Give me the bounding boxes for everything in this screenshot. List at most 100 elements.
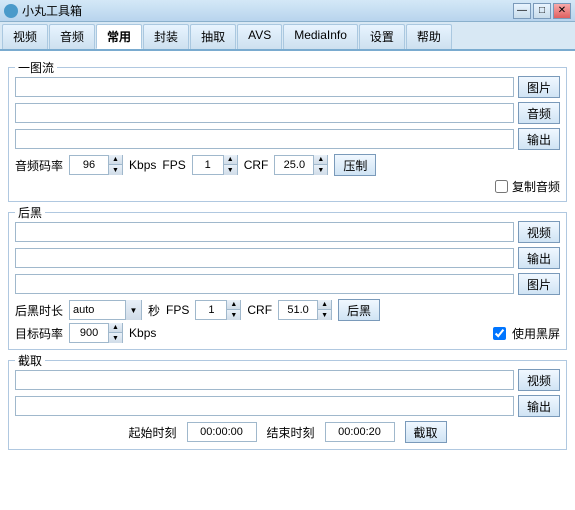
app-icon xyxy=(4,4,18,18)
jiequ-output-button[interactable]: 输出 xyxy=(518,395,560,417)
duration-dropdown-btn[interactable]: ▼ xyxy=(125,300,141,320)
jiequ-video-input[interactable] xyxy=(15,370,514,390)
yitu-audio-input[interactable] xyxy=(15,103,514,123)
audiorate-spinner-btns: ▲ ▼ xyxy=(108,155,122,175)
fps-spinner[interactable]: ▲ ▼ xyxy=(192,155,238,175)
heihou-pic-row: 图片 xyxy=(15,273,560,295)
crf-spinner-btns: ▲ ▼ xyxy=(313,155,327,175)
tab-bar: 视频 音频 常用 封装 抽取 AVS MediaInfo 设置 帮助 xyxy=(0,22,575,51)
fps-spinner-btns: ▲ ▼ xyxy=(223,155,237,175)
jiequ-output-input[interactable] xyxy=(15,396,514,416)
tab-common[interactable]: 常用 xyxy=(96,24,142,49)
crf-spinner[interactable]: ▲ ▼ xyxy=(274,155,328,175)
heihou-pic-button[interactable]: 图片 xyxy=(518,273,560,295)
duration-label: 后黑时长 xyxy=(15,302,63,319)
heihou-params-row: 后黑时长 ▼ 秒 FPS ▲ ▼ CRF ▲ ▼ xyxy=(15,299,560,321)
minimize-button[interactable]: — xyxy=(513,3,531,19)
heihou-title: 后黑 xyxy=(15,204,45,221)
target-label: 目标码率 xyxy=(15,325,63,342)
heihou-crf-up[interactable]: ▲ xyxy=(317,300,331,310)
yitu-output-input[interactable] xyxy=(15,129,514,149)
tab-pack[interactable]: 封装 xyxy=(143,24,189,49)
target-kbps-label: Kbps xyxy=(129,326,156,340)
copy-audio-checkbox[interactable] xyxy=(495,180,508,193)
tab-settings[interactable]: 设置 xyxy=(359,24,405,49)
heihou-fps-up[interactable]: ▲ xyxy=(226,300,240,310)
heihou-crf-spinner[interactable]: ▲ ▼ xyxy=(278,300,332,320)
end-label: 结束时刻 xyxy=(267,424,315,441)
tab-help[interactable]: 帮助 xyxy=(406,24,452,49)
heihou-crf-down[interactable]: ▼ xyxy=(317,310,331,320)
tab-mediainfo[interactable]: MediaInfo xyxy=(283,24,358,49)
heihou-output-button[interactable]: 输出 xyxy=(518,247,560,269)
crf-label: CRF xyxy=(244,158,269,172)
yitu-pic-row: 图片 xyxy=(15,76,560,98)
audiorate-label: 音频码率 xyxy=(15,157,63,174)
heihou-fps-label: FPS xyxy=(166,303,189,317)
fps-down[interactable]: ▼ xyxy=(223,165,237,175)
audiorate-down[interactable]: ▼ xyxy=(108,165,122,175)
tab-audio[interactable]: 音频 xyxy=(49,24,95,49)
yitu-params-row: 音频码率 ▲ ▼ Kbps FPS ▲ ▼ CRF xyxy=(15,154,560,176)
jiequ-output-row: 输出 xyxy=(15,395,560,417)
yitu-audio-row: 音频 xyxy=(15,102,560,124)
main-content: 一图流 图片 音频 输出 音频码率 ▲ ▼ Kbps FPS xyxy=(0,51,575,510)
jiequ-video-button[interactable]: 视频 xyxy=(518,369,560,391)
audiorate-input[interactable] xyxy=(70,156,108,174)
audiorate-up[interactable]: ▲ xyxy=(108,155,122,165)
heihou-video-input[interactable] xyxy=(15,222,514,242)
target-up[interactable]: ▲ xyxy=(108,323,122,333)
crf-down[interactable]: ▼ xyxy=(313,165,327,175)
audiorate-spinner[interactable]: ▲ ▼ xyxy=(69,155,123,175)
heihou-output-input[interactable] xyxy=(15,248,514,268)
start-time-input[interactable] xyxy=(187,422,257,442)
jiequ-params-row: 起始时刻 结束时刻 截取 xyxy=(15,421,560,443)
jiequ-cut-button[interactable]: 截取 xyxy=(405,421,447,443)
heihou-fps-input[interactable] xyxy=(196,301,226,319)
copy-audio-label: 复制音频 xyxy=(512,178,560,195)
jiequ-section: 截取 视频 输出 起始时刻 结束时刻 截取 xyxy=(8,360,567,450)
heihou-fps-spinner-btns: ▲ ▼ xyxy=(226,300,240,320)
yitu-audio-button[interactable]: 音频 xyxy=(518,102,560,124)
end-time-input[interactable] xyxy=(325,422,395,442)
fps-label: FPS xyxy=(162,158,185,172)
close-button[interactable]: ✕ xyxy=(553,3,571,19)
heihou-fps-down[interactable]: ▼ xyxy=(226,310,240,320)
heihou-crf-label: CRF xyxy=(247,303,272,317)
use-black-label: 使用黑屏 xyxy=(512,325,560,342)
fps-input[interactable] xyxy=(193,156,223,174)
compress-button[interactable]: 压制 xyxy=(334,154,376,176)
target-down[interactable]: ▼ xyxy=(108,333,122,343)
crf-input[interactable] xyxy=(275,156,313,174)
duration-dropdown[interactable]: ▼ xyxy=(69,300,142,320)
jiequ-title: 截取 xyxy=(15,352,45,369)
use-black-checkbox[interactable] xyxy=(493,327,506,340)
heihou-crf-spinner-btns: ▲ ▼ xyxy=(317,300,331,320)
yitu-pic-button[interactable]: 图片 xyxy=(518,76,560,98)
heihou-target-row: 目标码率 ▲ ▼ Kbps 使用黑屏 xyxy=(15,323,560,343)
duration-input[interactable] xyxy=(70,301,125,319)
tab-extract[interactable]: 抽取 xyxy=(190,24,236,49)
heihou-video-button[interactable]: 视频 xyxy=(518,221,560,243)
target-input[interactable] xyxy=(70,324,108,342)
maximize-button[interactable]: □ xyxy=(533,3,551,19)
tab-video[interactable]: 视频 xyxy=(2,24,48,49)
heihou-pic-input[interactable] xyxy=(15,274,514,294)
window-title: 小丸工具箱 xyxy=(22,2,82,19)
start-label: 起始时刻 xyxy=(128,424,176,441)
heihou-fps-spinner[interactable]: ▲ ▼ xyxy=(195,300,241,320)
tab-avs[interactable]: AVS xyxy=(237,24,282,49)
crf-up[interactable]: ▲ xyxy=(313,155,327,165)
yitu-output-row: 输出 xyxy=(15,128,560,150)
heihou-button[interactable]: 后黑 xyxy=(338,299,380,321)
window-controls: — □ ✕ xyxy=(513,3,571,19)
fps-up[interactable]: ▲ xyxy=(223,155,237,165)
yitu-output-button[interactable]: 输出 xyxy=(518,128,560,150)
heihou-section: 后黑 视频 输出 图片 后黑时长 ▼ 秒 FPS ▲ xyxy=(8,212,567,350)
heihou-crf-input[interactable] xyxy=(279,301,317,319)
heihou-output-row: 输出 xyxy=(15,247,560,269)
yitu-section: 一图流 图片 音频 输出 音频码率 ▲ ▼ Kbps FPS xyxy=(8,67,567,202)
target-spinner[interactable]: ▲ ▼ xyxy=(69,323,123,343)
target-spinner-btns: ▲ ▼ xyxy=(108,323,122,343)
yitu-pic-input[interactable] xyxy=(15,77,514,97)
